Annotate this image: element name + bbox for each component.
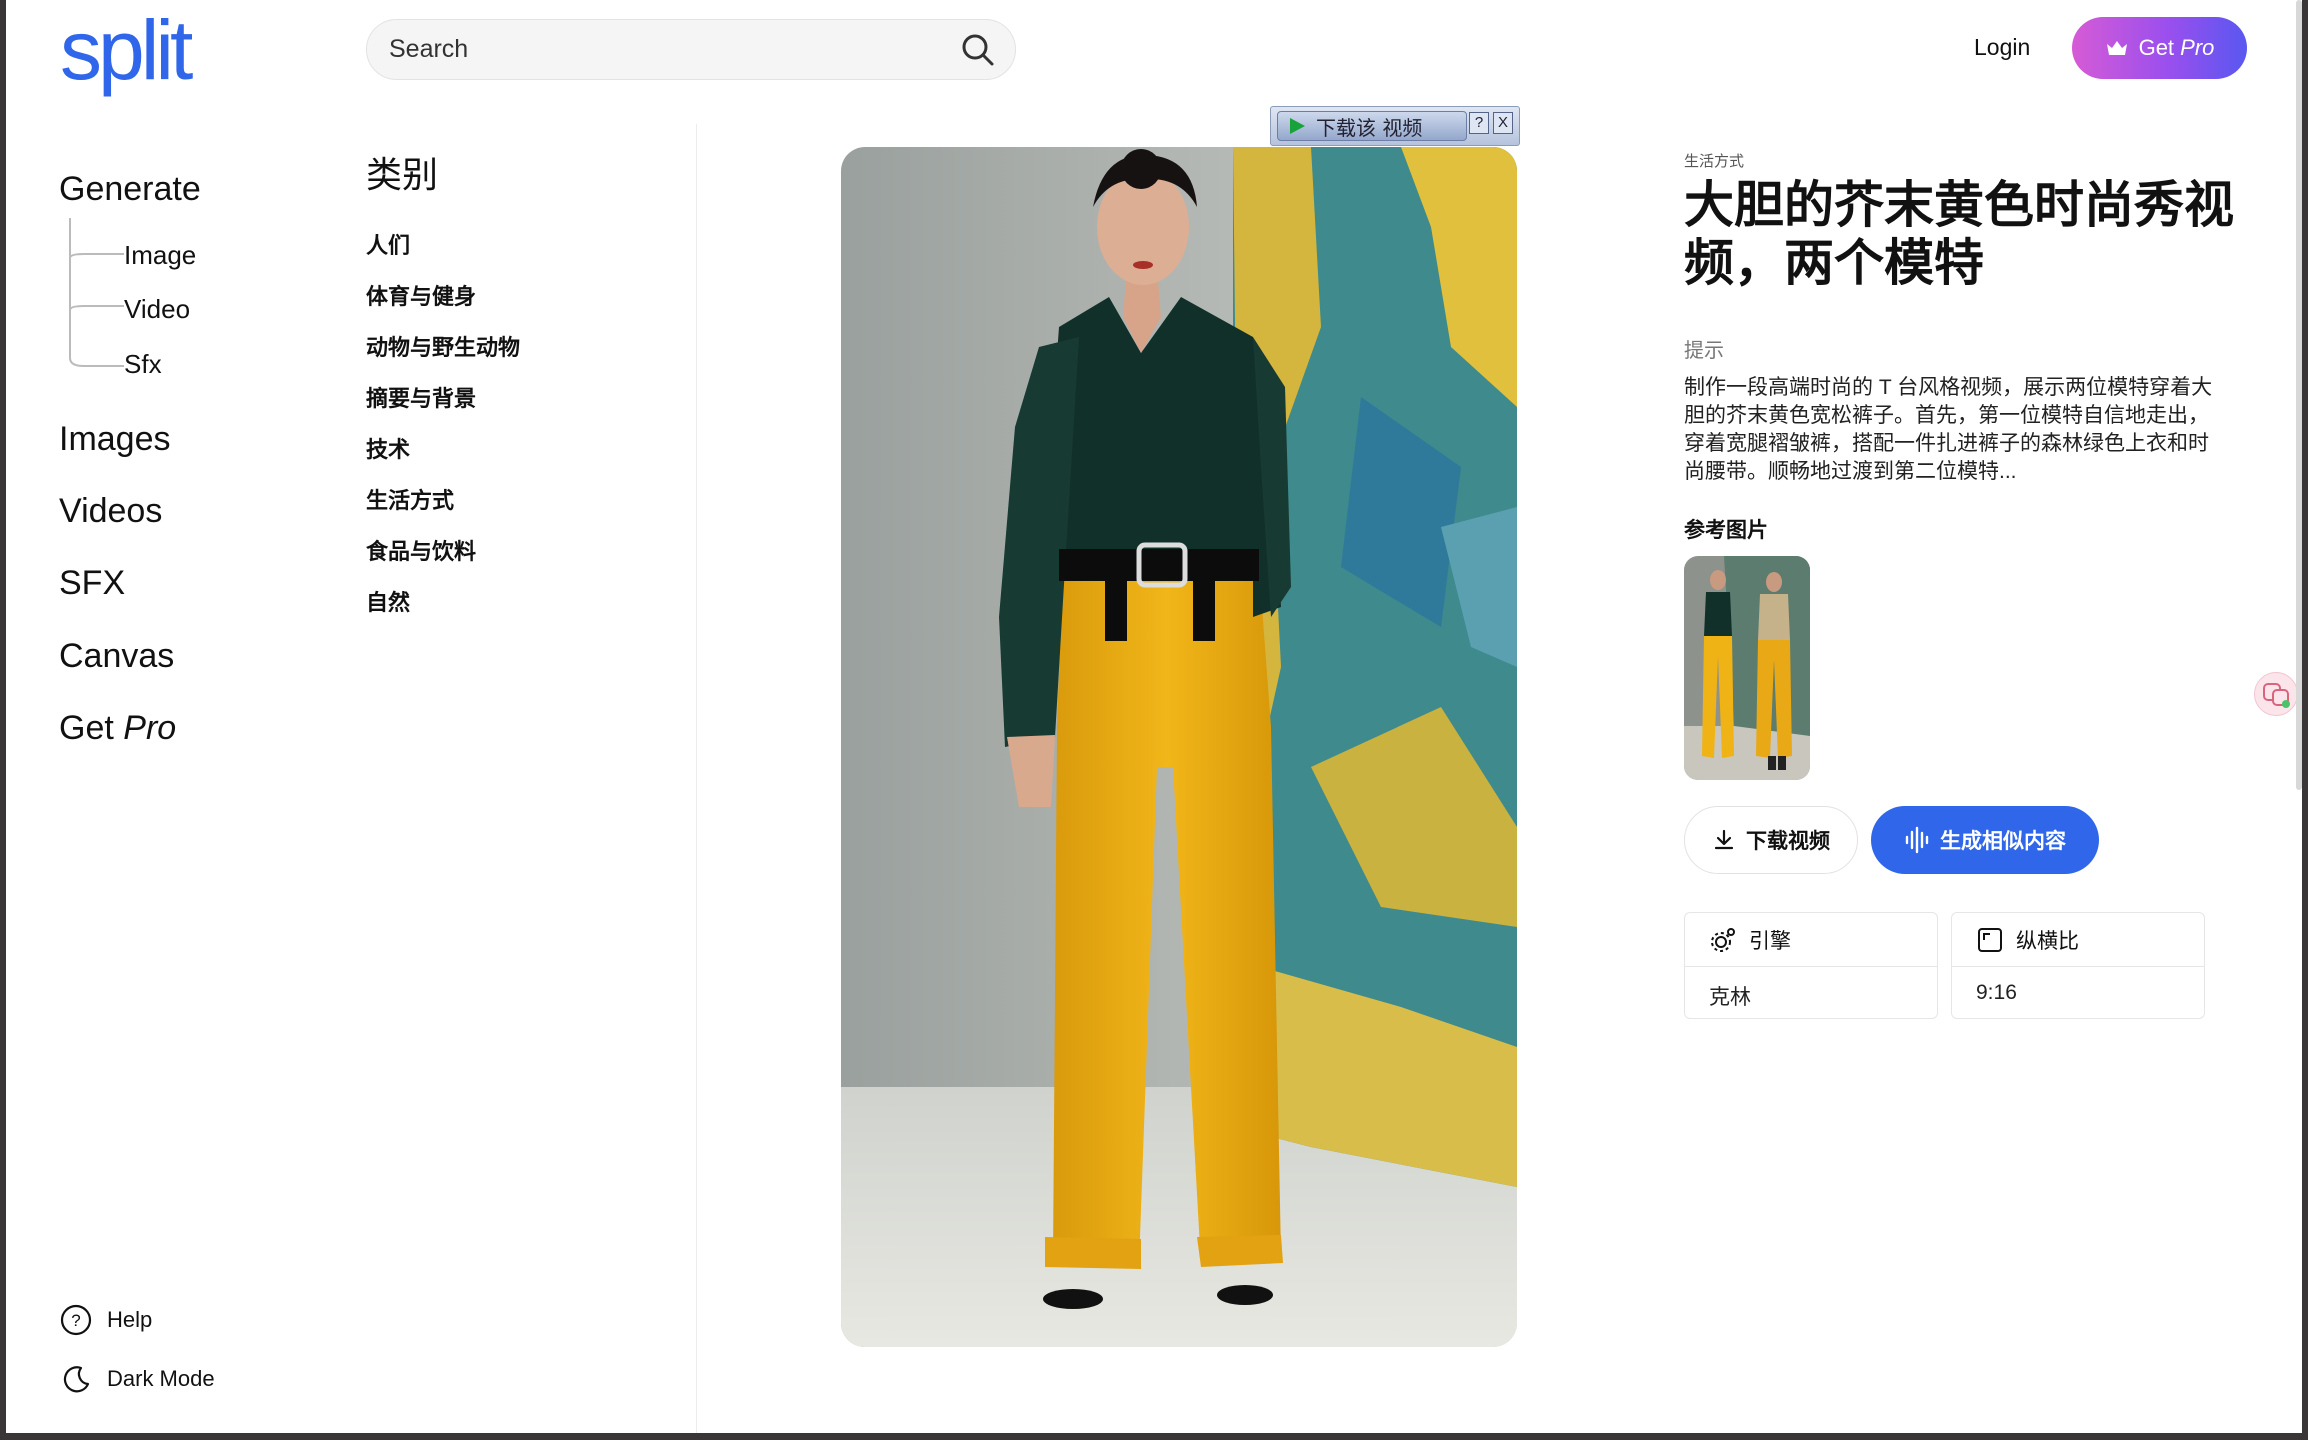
- nav-canvas[interactable]: Canvas: [59, 637, 174, 676]
- help-icon: ?: [60, 1304, 92, 1336]
- nav-get-pro[interactable]: Get Pro: [59, 709, 176, 748]
- reference-label: 参考图片: [1684, 519, 1768, 542]
- overlay-close-button[interactable]: X: [1493, 112, 1513, 134]
- nav-generate-sfx[interactable]: Sfx: [124, 349, 162, 380]
- column-divider: [696, 124, 697, 1433]
- download-video-button[interactable]: 下载视频: [1684, 806, 1858, 874]
- video-preview[interactable]: [841, 147, 1517, 1347]
- moon-icon: [63, 1366, 90, 1393]
- aspect-ratio-card: 纵横比 9:16: [1951, 912, 2205, 1019]
- logo[interactable]: split: [60, 8, 193, 92]
- help-link[interactable]: ? Help: [59, 1303, 152, 1337]
- prompt-label: 提示: [1684, 340, 1724, 362]
- waveform-icon: [1905, 826, 1929, 854]
- download-video-overlay-button[interactable]: 下载该 视频: [1277, 111, 1467, 141]
- reference-image[interactable]: [1684, 556, 1810, 780]
- detail-title: 大胆的芥末黄色时尚秀视频，两个模特: [1684, 177, 2234, 291]
- translate-icon[interactable]: [2254, 672, 2298, 716]
- reference-image-illustration: [1684, 556, 1810, 780]
- video-frame-illustration: [841, 147, 1517, 1347]
- overlay-help-button[interactable]: ?: [1469, 112, 1489, 134]
- app-window: split Login Get Pro Generate Image Video…: [6, 0, 2302, 1433]
- download-video-overlay[interactable]: 下载该 视频 ? X: [1270, 106, 1520, 146]
- crown-icon: [2106, 41, 2127, 55]
- nav-tree-lines: [69, 218, 124, 367]
- nav-sfx[interactable]: SFX: [59, 564, 125, 603]
- search-bar[interactable]: [366, 19, 1016, 80]
- category-item[interactable]: 人们: [366, 228, 410, 260]
- category-item[interactable]: 动物与野生动物: [366, 330, 520, 362]
- scrollbar[interactable]: [2296, 0, 2302, 790]
- aspect-ratio-card-header: 纵横比: [1952, 913, 2204, 967]
- nav-generate[interactable]: Generate: [59, 170, 201, 209]
- svg-text:?: ?: [71, 1311, 80, 1330]
- nav-generate-video[interactable]: Video: [124, 294, 190, 325]
- aspect-ratio-value: 9:16: [1976, 981, 2017, 1004]
- get-pro-label: Get Pro: [2138, 35, 2215, 60]
- play-icon: [1290, 118, 1305, 134]
- generate-similar-button[interactable]: 生成相似内容: [1871, 806, 2099, 874]
- download-icon: [1714, 829, 1734, 850]
- engine-icon: [1711, 927, 1735, 952]
- search-icon[interactable]: [961, 33, 995, 67]
- dark-mode-toggle[interactable]: Dark Mode: [59, 1362, 215, 1396]
- category-item[interactable]: 生活方式: [366, 483, 454, 515]
- engine-card: 引擎 克林: [1684, 912, 1938, 1019]
- nav-images[interactable]: Images: [59, 420, 171, 459]
- login-link[interactable]: Login: [1974, 34, 2030, 61]
- category-item[interactable]: 技术: [366, 432, 410, 464]
- category-item[interactable]: 自然: [366, 585, 410, 617]
- category-item[interactable]: 食品与饮料: [366, 534, 476, 566]
- prompt-text: 制作一段高端时尚的 T 台风格视频，展示两位模特穿着大胆的芥末黄色宽松裤子。首先…: [1684, 376, 2213, 483]
- nav-videos[interactable]: Videos: [59, 492, 162, 531]
- detail-category[interactable]: 生活方式: [1684, 150, 1744, 171]
- engine-card-header: 引擎: [1685, 913, 1937, 967]
- aspect-ratio-icon: [1978, 927, 2002, 952]
- translate-glyph: [2263, 683, 2290, 708]
- get-pro-button[interactable]: Get Pro: [2072, 17, 2247, 79]
- category-item[interactable]: 体育与健身: [366, 279, 476, 311]
- engine-value: 克林: [1709, 986, 1751, 1009]
- categories-title: 类别: [366, 154, 439, 195]
- category-item[interactable]: 摘要与背景: [366, 381, 476, 413]
- nav-generate-image[interactable]: Image: [124, 240, 196, 271]
- search-input[interactable]: [389, 20, 949, 79]
